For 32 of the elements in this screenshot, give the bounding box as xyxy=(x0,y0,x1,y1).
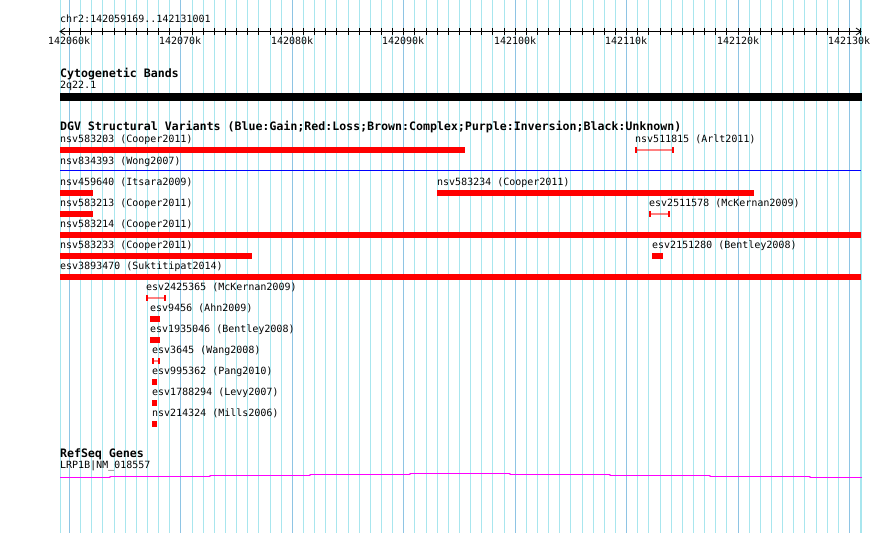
variant-label: nsv834393 (Wong2007) xyxy=(60,156,180,167)
track-title: RefSeq Genes xyxy=(60,447,144,459)
variant-label: nsv214324 (Mills2006) xyxy=(152,408,278,419)
variant-label: esv3893470 (Suktitipat2014) xyxy=(60,261,223,272)
track-title: Cytogenetic Bands xyxy=(60,67,179,79)
variant-label: nsv583233 (Cooper2011) xyxy=(60,240,192,251)
variant-label: esv2425365 (McKernan2009) xyxy=(146,282,297,293)
variant-label: nsv511815 (Arlt2011) xyxy=(635,134,756,145)
variant-label: nsv583213 (Cooper2011) xyxy=(60,198,192,209)
variant-label: esv3645 (Wang2008) xyxy=(152,345,260,356)
ruler-tick-label: 142070k xyxy=(158,36,202,47)
ruler-tick-label: 142090k xyxy=(382,36,424,47)
variant-label: esv9456 (Ahn2009) xyxy=(150,303,252,314)
ruler-tick-label: 142080k xyxy=(270,36,314,47)
ruler-tick-label: 142120k xyxy=(716,36,760,47)
variant-label: esv1788294 (Levy2007) xyxy=(152,387,278,398)
variant-label: nsv583214 (Cooper2011) xyxy=(60,219,192,230)
ruler-tick-label: 142110k xyxy=(604,36,648,47)
variant-label: nsv583203 (Cooper2011) xyxy=(60,134,192,145)
variant-label: esv1935046 (Bentley2008) xyxy=(150,324,294,335)
region-label: chr2:142059169..142131001 xyxy=(60,14,211,25)
band-label: 2q22.1 xyxy=(60,80,96,91)
variant-label: esv995362 (Pang2010) xyxy=(152,366,272,377)
ruler-tick-label: 142100k xyxy=(494,36,536,47)
gene-label: LRP1B|NM_018557 xyxy=(60,460,150,471)
variant-label: esv2511578 (McKernan2009) xyxy=(649,198,800,209)
ruler-tick-label: 142060k xyxy=(48,36,90,47)
track-title: DGV Structural Variants (Blue:Gain;Red:Loss;Brown:Complex;Purple:Inversion;Black:Unknown) xyxy=(60,120,682,132)
variant-label: nsv459640 (Itsara2009) xyxy=(60,177,192,188)
ruler-tick-label: 142130k xyxy=(828,36,870,47)
variant-label: nsv583234 (Cooper2011) xyxy=(437,177,570,188)
variant-label: esv2151280 (Bentley2008) xyxy=(652,240,796,251)
